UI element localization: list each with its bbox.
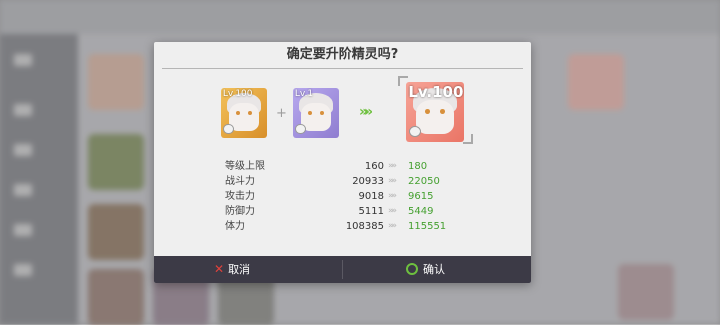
circle-ok-icon [406, 263, 418, 275]
material-card-1: Lv.100 [221, 88, 267, 138]
material-card-2: Lv.1 [293, 88, 339, 138]
stat-label: 体力 [225, 221, 245, 232]
footer-separator [342, 260, 343, 279]
stat-new-value: 22050 [408, 176, 440, 187]
cancel-button[interactable]: ✕ 取消 [214, 256, 314, 283]
stat-old-value: 108385 [345, 221, 384, 232]
stat-row-defense: 防御力 5111 »» 5449 [154, 204, 531, 219]
stat-new-value: 9615 [408, 191, 434, 202]
dialog-title: 确定要升阶精灵吗? [286, 47, 399, 62]
confirm-label: 确认 [423, 263, 445, 276]
stat-label: 防御力 [225, 206, 255, 217]
double-chevron-right-icon: »» [359, 104, 373, 120]
stat-label: 等级上限 [225, 161, 265, 172]
stat-old-value: 160 [364, 161, 384, 172]
double-chevron-right-icon: »» [388, 161, 397, 171]
stat-row-stamina: 体力 108385 »» 115551 [154, 219, 531, 234]
card-level: Lv.1 [294, 89, 314, 99]
stat-row-combat-power: 战斗力 20933 »» 22050 [154, 174, 531, 189]
element-badge-icon [223, 124, 234, 134]
close-icon: ✕ [214, 262, 225, 276]
stat-old-value: 9018 [358, 191, 384, 202]
stat-old-value: 20933 [352, 176, 384, 187]
confirm-button[interactable]: 确认 [406, 256, 506, 283]
element-badge-icon [295, 124, 306, 134]
double-chevron-right-icon: »» [388, 221, 397, 231]
plus-icon: + [276, 106, 287, 121]
stat-row-attack: 攻击力 9018 »» 9615 [154, 189, 531, 204]
double-chevron-right-icon: »» [388, 206, 397, 216]
title-divider [162, 68, 523, 69]
stat-old-value: 5111 [358, 206, 384, 217]
stat-label: 战斗力 [225, 176, 255, 187]
double-chevron-right-icon: »» [388, 176, 397, 186]
stat-row-level-cap: 等级上限 160 »» 180 [154, 159, 531, 174]
stat-new-value: 5449 [408, 206, 434, 217]
double-chevron-right-icon: »» [388, 191, 397, 201]
card-level: Lv.100 [222, 89, 253, 99]
dialog-footer: ✕ 取消 确认 [154, 256, 531, 283]
stat-new-value: 115551 [408, 221, 447, 232]
bracket-corner-icon [463, 134, 473, 144]
upgrade-confirm-dialog: 确定要升阶精灵吗? Lv.100 + Lv.1 »» Lv.100 等级上限 1… [154, 42, 531, 283]
stat-label: 攻击力 [225, 191, 255, 202]
cancel-label: 取消 [228, 263, 251, 276]
result-card: Lv.100 [406, 82, 464, 142]
card-level: Lv.100 [408, 83, 464, 102]
stat-new-value: 180 [408, 161, 428, 172]
